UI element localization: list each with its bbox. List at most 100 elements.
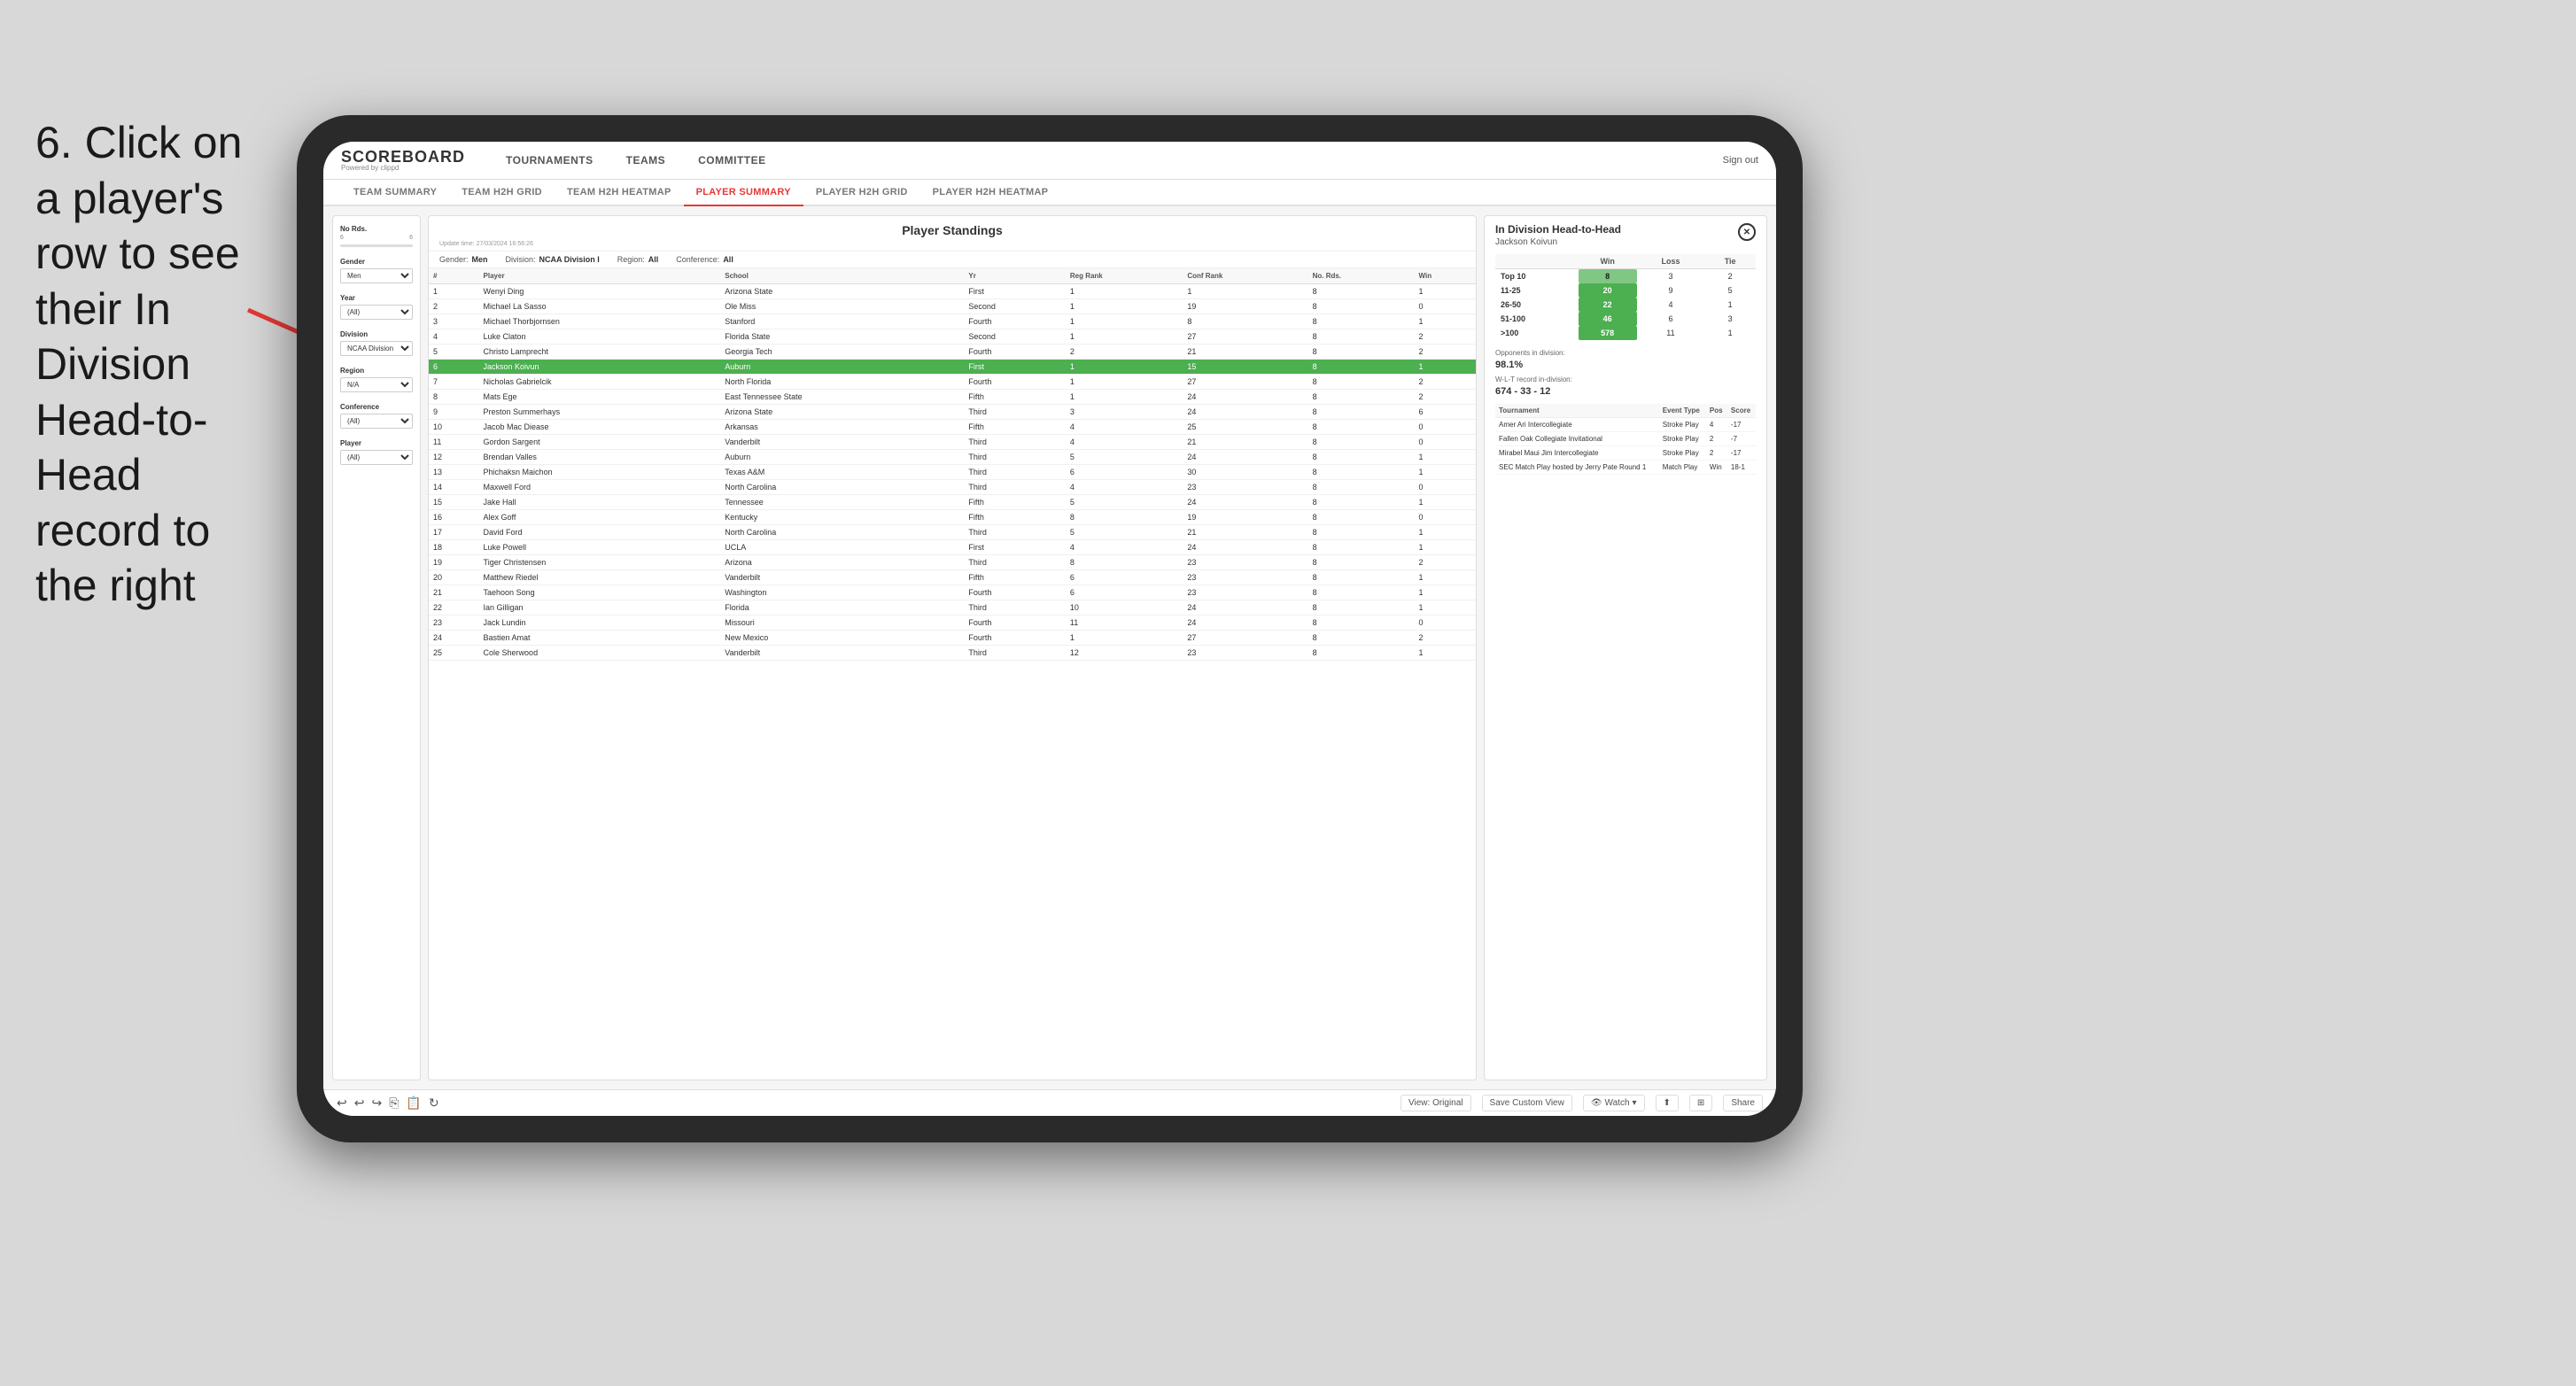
- filter-gender-select[interactable]: Men: [340, 268, 413, 283]
- standings-row[interactable]: 5 Christo Lamprecht Georgia Tech Fourth …: [429, 345, 1476, 360]
- standings-row[interactable]: 8 Mats Ege East Tennessee State Fifth 1 …: [429, 390, 1476, 405]
- watch-button[interactable]: 👁 Watch ▾: [1583, 1095, 1645, 1111]
- nav-tab-committee[interactable]: COMMITTEE: [684, 149, 780, 172]
- standings-row[interactable]: 17 David Ford North Carolina Third 5 21 …: [429, 525, 1476, 540]
- col-win: Win: [1414, 268, 1476, 284]
- paste-button[interactable]: 📋: [406, 1096, 421, 1111]
- grid-icon: ⊞: [1697, 1098, 1704, 1108]
- standings-row[interactable]: 20 Matthew Riedel Vanderbilt Fifth 6 23 …: [429, 570, 1476, 585]
- cell-school: Arizona: [720, 555, 964, 570]
- copy-button[interactable]: ⎘: [389, 1096, 399, 1111]
- cell-reg-rank: 6: [1066, 585, 1183, 600]
- standings-row[interactable]: 6 Jackson Koivun Auburn First 1 15 8 1: [429, 360, 1476, 375]
- sub-tab-team-h2h-heatmap[interactable]: TEAM H2H HEATMAP: [555, 180, 684, 206]
- logo-subtitle: Powered by clippd: [341, 165, 465, 172]
- cell-school: Auburn: [720, 360, 964, 375]
- export-button[interactable]: ⬆: [1656, 1095, 1679, 1111]
- standings-row[interactable]: 24 Bastien Amat New Mexico Fourth 1 27 8…: [429, 631, 1476, 646]
- cell-yr: Fifth: [964, 510, 1065, 525]
- cell-yr: Third: [964, 525, 1065, 540]
- tournament-row: Fallen Oak Collegiate Invitational Strok…: [1495, 432, 1756, 446]
- cell-reg-rank: 6: [1066, 465, 1183, 480]
- h2h-row: Top 10 8 3 2: [1495, 269, 1756, 284]
- standings-row[interactable]: 9 Preston Summerhays Arizona State Third…: [429, 405, 1476, 420]
- forward-button[interactable]: ↪: [371, 1096, 382, 1111]
- standings-row[interactable]: 15 Jake Hall Tennessee Fifth 5 24 8 1: [429, 495, 1476, 510]
- filter-year-select[interactable]: (All): [340, 305, 413, 320]
- cell-win: 0: [1414, 510, 1476, 525]
- cell-player: Michael La Sasso: [479, 299, 721, 314]
- h2h-cell-label: Top 10: [1495, 269, 1579, 284]
- filter-player-select[interactable]: (All): [340, 450, 413, 465]
- standings-row[interactable]: 2 Michael La Sasso Ole Miss Second 1 19 …: [429, 299, 1476, 314]
- standings-row[interactable]: 21 Taehoon Song Washington Fourth 6 23 8…: [429, 585, 1476, 600]
- h2h-cell-win: 578: [1579, 326, 1637, 340]
- cell-conf-rank: 24: [1183, 390, 1307, 405]
- region-value: All: [648, 255, 659, 264]
- standings-row[interactable]: 12 Brendan Valles Auburn Third 5 24 8 1: [429, 450, 1476, 465]
- cell-rds: 8: [1308, 555, 1415, 570]
- sign-out-button[interactable]: Sign out: [1723, 155, 1758, 166]
- cell-yr: Fifth: [964, 420, 1065, 435]
- save-custom-view-button[interactable]: Save Custom View: [1482, 1095, 1572, 1111]
- standings-row[interactable]: 14 Maxwell Ford North Carolina Third 4 2…: [429, 480, 1476, 495]
- standings-row[interactable]: 3 Michael Thorbjornsen Stanford Fourth 1…: [429, 314, 1476, 329]
- nav-tab-teams[interactable]: TEAMS: [612, 149, 680, 172]
- standings-row[interactable]: 10 Jacob Mac Diease Arkansas Fifth 4 25 …: [429, 420, 1476, 435]
- grid-button[interactable]: ⊞: [1689, 1095, 1712, 1111]
- cell-player: Jacob Mac Diease: [479, 420, 721, 435]
- h2h-close-button[interactable]: ✕: [1738, 223, 1756, 241]
- sub-tab-player-summary[interactable]: PLAYER SUMMARY: [684, 180, 803, 206]
- standings-row[interactable]: 22 Ian Gilligan Florida Third 10 24 8 1: [429, 600, 1476, 616]
- standings-header: Player Standings Update time: 27/03/2024…: [429, 216, 1476, 252]
- cell-school: Ole Miss: [720, 299, 964, 314]
- h2h-cell-tie: 2: [1704, 269, 1756, 284]
- standings-row[interactable]: 4 Luke Claton Florida State Second 1 27 …: [429, 329, 1476, 345]
- undo-button[interactable]: ↩: [337, 1096, 347, 1111]
- nav-tab-tournaments[interactable]: TOURNAMENTS: [492, 149, 608, 172]
- filter-conference-select[interactable]: (All): [340, 414, 413, 429]
- no-rds-slider[interactable]: [340, 244, 413, 247]
- tournament-row: Amer Ari Intercollegiate Stroke Play 4 -…: [1495, 418, 1756, 432]
- view-original-button[interactable]: View: Original: [1401, 1095, 1471, 1111]
- sub-tab-player-h2h-heatmap[interactable]: PLAYER H2H HEATMAP: [920, 180, 1061, 206]
- cell-school: Florida: [720, 600, 964, 616]
- standings-row[interactable]: 11 Gordon Sargent Vanderbilt Third 4 21 …: [429, 435, 1476, 450]
- h2h-col-win: Win: [1579, 254, 1637, 269]
- filter-division-select[interactable]: NCAA Division I: [340, 341, 413, 356]
- standings-row[interactable]: 23 Jack Lundin Missouri Fourth 11 24 8 0: [429, 616, 1476, 631]
- cell-school: Kentucky: [720, 510, 964, 525]
- redo-button[interactable]: ↩: [354, 1096, 365, 1111]
- cell-school: North Carolina: [720, 525, 964, 540]
- standings-row[interactable]: 19 Tiger Christensen Arizona Third 8 23 …: [429, 555, 1476, 570]
- cell-rds: 8: [1308, 540, 1415, 555]
- h2h-title-block: In Division Head-to-Head Jackson Koivun: [1495, 223, 1621, 247]
- share-button[interactable]: Share: [1723, 1095, 1763, 1111]
- standings-row[interactable]: 7 Nicholas Gabrielcik North Florida Four…: [429, 375, 1476, 390]
- cell-conf-rank: 15: [1183, 360, 1307, 375]
- h2h-cell-win: 22: [1579, 298, 1637, 312]
- standings-row[interactable]: 1 Wenyi Ding Arizona State First 1 1 8 1: [429, 284, 1476, 299]
- cell-school: Vanderbilt: [720, 435, 964, 450]
- cell-conf-rank: 1: [1183, 284, 1307, 299]
- standings-row[interactable]: 13 Phichaksn Maichon Texas A&M Third 6 3…: [429, 465, 1476, 480]
- sub-tab-player-h2h-grid[interactable]: PLAYER H2H GRID: [803, 180, 920, 206]
- sub-tab-team-summary[interactable]: TEAM SUMMARY: [341, 180, 449, 206]
- watch-chevron: ▾: [1633, 1098, 1637, 1108]
- standings-row[interactable]: 18 Luke Powell UCLA First 4 24 8 1: [429, 540, 1476, 555]
- h2h-row: 11-25 20 9 5: [1495, 283, 1756, 298]
- standings-row[interactable]: 16 Alex Goff Kentucky Fifth 8 19 8 0: [429, 510, 1476, 525]
- tourn-cell-score: 18-1: [1727, 461, 1756, 475]
- no-rds-end: 6: [409, 235, 413, 241]
- h2h-player-name: Jackson Koivun: [1495, 237, 1621, 247]
- standings-row[interactable]: 25 Cole Sherwood Vanderbilt Third 12 23 …: [429, 646, 1476, 661]
- filter-region-select[interactable]: N/A: [340, 377, 413, 392]
- cell-yr: Third: [964, 646, 1065, 661]
- cell-reg-rank: 4: [1066, 420, 1183, 435]
- refresh-button[interactable]: ↻: [429, 1096, 439, 1111]
- sub-tab-team-h2h-grid[interactable]: TEAM H2H GRID: [449, 180, 555, 206]
- conference-filter-display: Conference: All: [676, 255, 733, 264]
- cell-rank: 22: [429, 600, 479, 616]
- cell-school: Missouri: [720, 616, 964, 631]
- cell-player: Alex Goff: [479, 510, 721, 525]
